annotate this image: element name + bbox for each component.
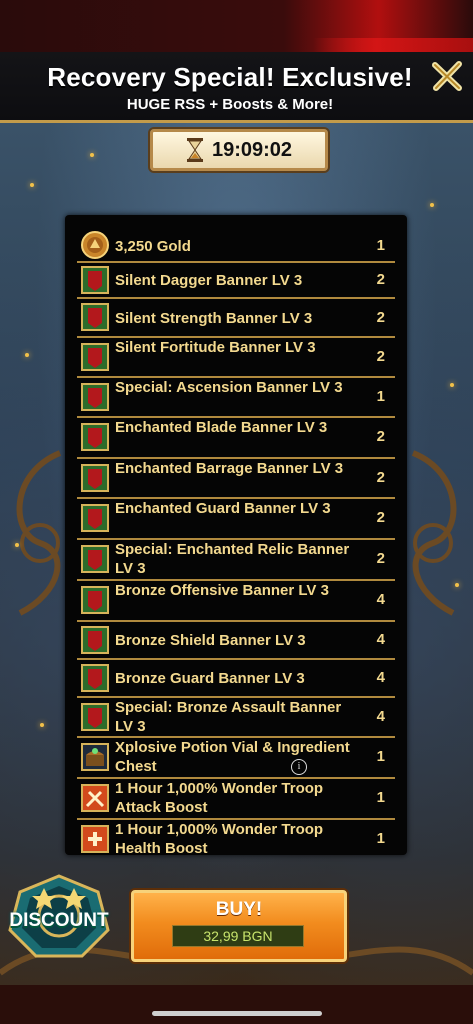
item-quantity: 1	[376, 237, 385, 254]
item-quantity: 2	[376, 428, 385, 445]
spark-icon	[40, 723, 44, 727]
hourglass-icon	[186, 138, 203, 162]
item-name: Bronze Guard Banner LV 3	[115, 670, 305, 687]
item-name: Bronze Offensive Banner LV 3	[115, 582, 329, 599]
item-name: Enchanted Guard Banner LV 3	[115, 500, 331, 517]
attack-boost-icon	[81, 784, 109, 812]
offer-header: Recovery Special! Exclusive! HUGE RSS + …	[0, 52, 473, 123]
item-name: 3,250 Gold	[115, 238, 191, 255]
banner-icon	[81, 464, 109, 492]
item-name: Silent Fortitude Banner LV 3	[115, 339, 316, 356]
item-quantity: 2	[376, 309, 385, 326]
buy-label: BUY!	[215, 899, 263, 920]
item-name: Special: Enchanted Relic Banner LV 3	[115, 541, 350, 577]
spark-icon	[450, 383, 454, 387]
home-indicator[interactable]	[152, 1011, 322, 1016]
discount-label: DISCOUNT	[9, 910, 109, 931]
list-item: 1 Hour 1,000% Wonder Troop Health Boost …	[77, 820, 395, 855]
item-quantity: 1	[376, 748, 385, 765]
banner-icon	[81, 703, 109, 731]
list-item: 3,250 Gold 1	[77, 229, 395, 263]
list-item: Bronze Shield Banner LV 3 4	[77, 622, 395, 660]
chest-icon	[81, 743, 109, 771]
close-icon	[432, 61, 462, 91]
buy-button[interactable]: BUY! 32,99 BGN	[131, 890, 347, 962]
item-name: Silent Strength Banner LV 3	[115, 310, 313, 327]
banner-icon	[81, 383, 109, 411]
list-item: Silent Fortitude Banner LV 3 2	[77, 338, 395, 378]
spark-icon	[30, 183, 34, 187]
spark-icon	[430, 203, 434, 207]
gold-coin-icon	[81, 231, 109, 259]
item-name: Special: Ascension Banner LV 3	[115, 379, 343, 396]
health-boost-icon	[81, 825, 109, 853]
list-item: Xplosive Potion Vial & Ingredient Chest …	[77, 738, 395, 779]
banner-icon	[81, 664, 109, 692]
item-quantity: 2	[376, 509, 385, 526]
item-quantity: 1	[376, 789, 385, 806]
close-button[interactable]	[429, 58, 465, 94]
item-name: Xplosive Potion Vial & Ingredient Chest	[115, 739, 350, 775]
item-name: Bronze Shield Banner LV 3	[115, 632, 306, 649]
item-name: Enchanted Barrage Banner LV 3	[115, 460, 344, 477]
item-quantity: 4	[376, 708, 385, 725]
timer-value: 19:09:02	[211, 138, 293, 161]
item-quantity: 2	[376, 469, 385, 486]
left-ornament-icon	[16, 450, 62, 616]
right-ornament-icon	[411, 450, 457, 616]
banner-icon	[81, 504, 109, 532]
list-item: Silent Dagger Banner LV 3 2	[77, 263, 395, 299]
offer-items-list[interactable]: 3,250 Gold 1 Silent Dagger Banner LV 3 2…	[65, 215, 407, 855]
item-quantity: 4	[376, 591, 385, 608]
list-item: Bronze Offensive Banner LV 3 4	[77, 581, 395, 622]
item-name: Enchanted Blade Banner LV 3	[115, 419, 328, 436]
item-quantity: 1	[376, 830, 385, 847]
list-item: Enchanted Blade Banner LV 3 2	[77, 418, 395, 459]
spark-icon	[455, 583, 459, 587]
item-quantity: 2	[376, 550, 385, 567]
list-item: Special: Bronze Assault Banner LV 3 4	[77, 698, 395, 738]
banner-icon	[81, 626, 109, 654]
list-item: Special: Enchanted Relic Banner LV 3 2	[77, 540, 395, 581]
spark-icon	[90, 153, 94, 157]
item-quantity: 4	[376, 631, 385, 648]
list-item: Silent Strength Banner LV 3 2	[77, 299, 395, 338]
item-quantity: 2	[376, 271, 385, 288]
status-bar-area	[0, 0, 473, 52]
list-item: Enchanted Barrage Banner LV 3 2	[77, 459, 395, 499]
info-icon[interactable]: i	[291, 759, 307, 775]
list-item: 1 Hour 1,000% Wonder Troop Attack Boost …	[77, 779, 395, 820]
bottom-bar	[0, 985, 473, 1024]
spark-icon	[15, 543, 19, 547]
list-item: Bronze Guard Banner LV 3 4	[77, 660, 395, 698]
item-quantity: 1	[376, 388, 385, 405]
item-quantity: 4	[376, 669, 385, 686]
page-subtitle: HUGE RSS + Boosts & More!	[126, 96, 334, 113]
list-item: Enchanted Guard Banner LV 3 2	[77, 499, 395, 540]
item-name: 1 Hour 1,000% Wonder Troop Attack Boost	[115, 780, 324, 816]
page-title: Recovery Special! Exclusive!	[47, 62, 413, 92]
item-quantity: 2	[376, 348, 385, 365]
banner-icon	[81, 266, 109, 294]
banner-icon	[81, 303, 109, 331]
countdown-timer: 19:09:02	[150, 129, 328, 171]
item-name: 1 Hour 1,000% Wonder Troop Health Boost	[115, 821, 324, 855]
banner-icon	[81, 423, 109, 451]
discount-badge[interactable]: DISCOUNT	[4, 872, 114, 960]
banner-icon	[81, 545, 109, 573]
list-item: Special: Ascension Banner LV 3 1	[77, 378, 395, 418]
banner-icon	[81, 343, 109, 371]
banner-icon	[81, 586, 109, 614]
item-name: Special: Bronze Assault Banner LV 3	[115, 699, 342, 735]
price-label: 32,99 BGN	[172, 925, 304, 947]
item-name: Silent Dagger Banner LV 3	[115, 272, 303, 289]
spark-icon	[25, 353, 29, 357]
